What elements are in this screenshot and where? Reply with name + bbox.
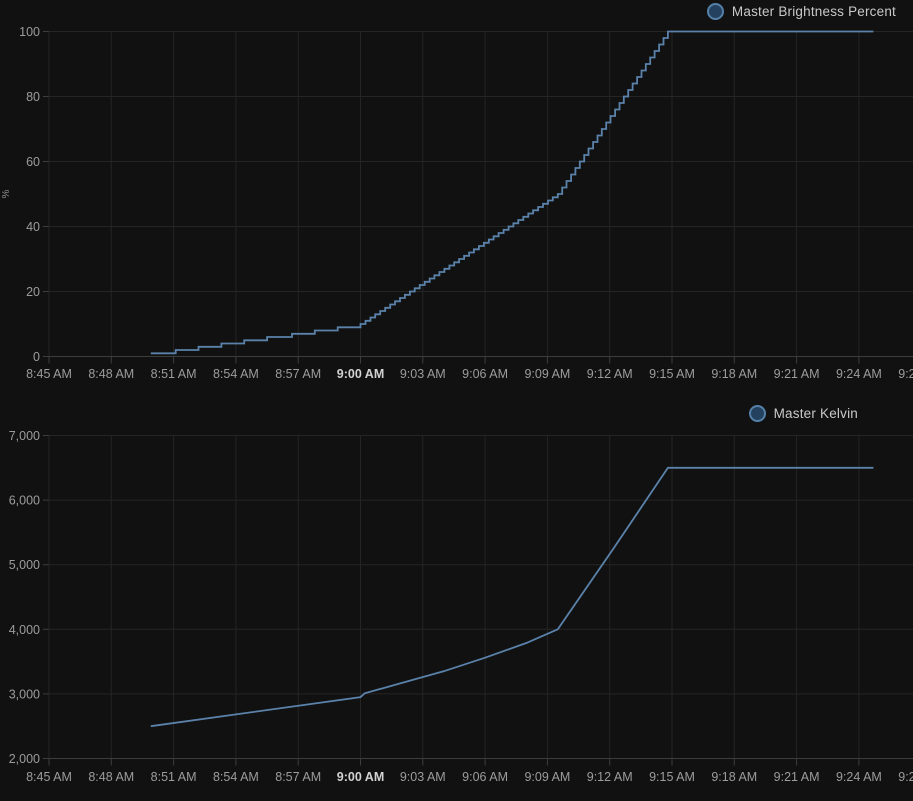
y-tick-label: 2,000 <box>9 752 40 766</box>
x-tick-label: 9:00 AM <box>337 367 384 381</box>
y-tick-label: 5,000 <box>9 558 40 572</box>
x-tick-label: 8:45 AM <box>26 770 72 784</box>
x-tick-label: 9:27 AM <box>898 770 913 784</box>
y-tick-label: 20 <box>26 285 40 299</box>
x-tick-label: 9:03 AM <box>400 770 446 784</box>
x-tick-label: 9:00 AM <box>337 770 384 784</box>
series-line <box>151 468 874 726</box>
brightness-legend-item[interactable]: Master Brightness Percent <box>707 3 896 20</box>
x-tick-label: 8:54 AM <box>213 367 259 381</box>
y-tick-label: 7,000 <box>9 429 40 443</box>
y-tick-label: 100 <box>19 25 40 39</box>
x-tick-label: 9:12 AM <box>587 367 633 381</box>
brightness-chart: 0 20 40 60 80 100 8:45 AM 8:48 AM 8:51 AM 8:54 AM… <box>0 0 913 390</box>
kelvin-chart: 2,000 3,000 4,000 5,000 6,000 7,000 8:45 AM 8:4… <box>0 390 913 801</box>
x-tick-label: 9:09 AM <box>524 770 570 784</box>
x-tick-label: 9:03 AM <box>400 367 446 381</box>
x-tick-label: 9:06 AM <box>462 770 508 784</box>
x-tick-label: 8:48 AM <box>88 770 134 784</box>
x-tick-label: 9:15 AM <box>649 770 695 784</box>
x-tick-label: 8:45 AM <box>26 367 72 381</box>
x-tick-label: 9:12 AM <box>587 770 633 784</box>
x-tick-label: 9:27 AM <box>898 367 913 381</box>
y-tick-label: 60 <box>26 155 40 169</box>
series-color-dot <box>749 405 766 422</box>
series-color-dot <box>707 3 724 20</box>
x-tick-label: 8:54 AM <box>213 770 259 784</box>
legend-label: Master Kelvin <box>774 406 858 421</box>
x-tick-label: 8:51 AM <box>151 367 197 381</box>
y-tick-label: 4,000 <box>9 623 40 637</box>
x-tick-label: 9:18 AM <box>711 770 757 784</box>
x-tick-label: 9:21 AM <box>774 367 820 381</box>
y-tick-label: 40 <box>26 220 40 234</box>
x-tick-label: 9:24 AM <box>836 367 882 381</box>
x-tick-label: 9:15 AM <box>649 367 695 381</box>
legend-label: Master Brightness Percent <box>732 4 896 19</box>
brightness-plot-area[interactable]: 0 20 40 60 80 100 8:45 AM 8:48 AM 8:51 AM 8:54 AM… <box>0 0 913 390</box>
y-tick-label: 6,000 <box>9 494 40 508</box>
x-tick-label: 9:18 AM <box>711 367 757 381</box>
kelvin-legend-item[interactable]: Master Kelvin <box>749 405 858 422</box>
x-tick-label: 8:57 AM <box>275 367 321 381</box>
y-axis-title-percent: % <box>1 187 15 201</box>
x-tick-label: 8:57 AM <box>275 770 321 784</box>
x-tick-label: 8:48 AM <box>88 367 134 381</box>
x-tick-label: 9:06 AM <box>462 367 508 381</box>
y-tick-label: 80 <box>26 90 40 104</box>
y-tick-label: 3,000 <box>9 687 40 701</box>
x-tick-label: 9:09 AM <box>524 367 570 381</box>
kelvin-plot-area[interactable]: 2,000 3,000 4,000 5,000 6,000 7,000 8:45 AM 8:4… <box>0 390 913 801</box>
x-tick-label: 9:21 AM <box>774 770 820 784</box>
history-graphs-page: { "colors": { "background": "#111111", "… <box>0 0 913 801</box>
series-line <box>151 32 874 354</box>
x-tick-label: 8:51 AM <box>151 770 197 784</box>
y-tick-label: 0 <box>33 350 40 364</box>
x-tick-label: 9:24 AM <box>836 770 882 784</box>
